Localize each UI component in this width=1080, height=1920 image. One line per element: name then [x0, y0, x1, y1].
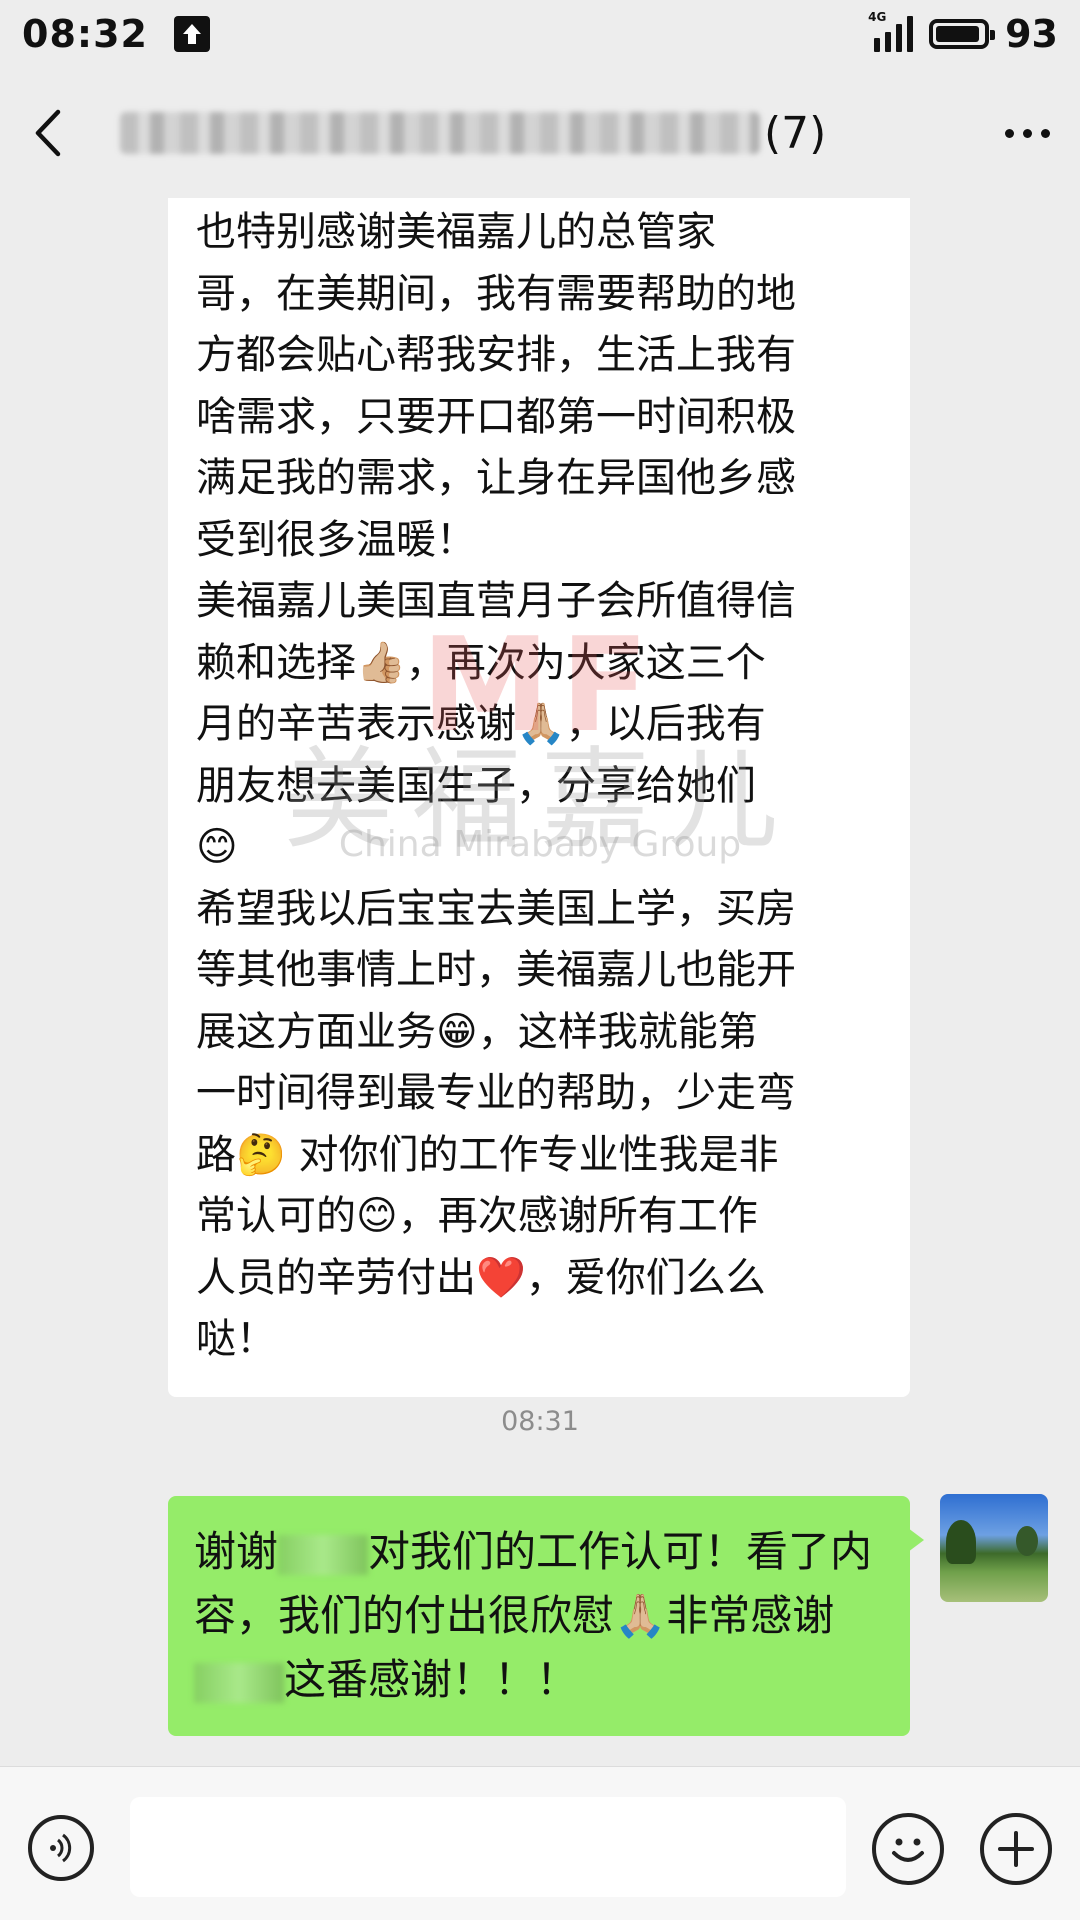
status-right: 4G 93 — [868, 10, 1058, 56]
blurred-name — [278, 1534, 369, 1575]
battery-fill — [936, 26, 979, 42]
incoming-message-text: 也特别感谢美福嘉儿的总管家 哥，在美期间，我有需要帮助的地 方都会贴心帮我安排，… — [196, 209, 796, 1362]
incoming-message-bubble[interactable]: 也特别感谢美福嘉儿的总管家 哥，在美期间，我有需要帮助的地 方都会贴心帮我安排，… — [168, 198, 910, 1397]
plus-icon[interactable] — [980, 1813, 1052, 1885]
chat-header: (7) — [0, 68, 1080, 198]
more-icon[interactable] — [1005, 128, 1050, 138]
upload-icon — [173, 16, 210, 52]
chat-area[interactable]: 也特别感谢美福嘉儿的总管家 哥，在美期间，我有需要帮助的地 方都会贴心帮我安排，… — [0, 198, 1080, 1766]
outgoing-message-text: 谢谢 对我们的工作认可！看了内容，我们的付出很欣慰🙏🏼非常感谢这番感谢！！！ — [194, 1520, 884, 1712]
avatar[interactable] — [940, 1494, 1048, 1602]
status-bar: 08:32 4G 93 — [0, 0, 1080, 68]
back-icon[interactable] — [30, 103, 70, 163]
emoji-icon[interactable] — [872, 1813, 944, 1885]
input-bar — [0, 1766, 1080, 1920]
signal-icon: 4G — [868, 10, 914, 52]
network-label: 4G — [868, 10, 887, 24]
message-input[interactable] — [130, 1797, 846, 1897]
status-left: 08:32 — [22, 12, 210, 56]
blurred-name — [194, 1662, 284, 1703]
blurred-group-name — [120, 112, 760, 154]
battery-icon — [929, 19, 996, 49]
message-timestamp: 08:31 — [501, 1406, 579, 1437]
member-count: (7) — [764, 107, 827, 159]
battery-percent: 93 — [1005, 12, 1058, 56]
voice-icon[interactable] — [28, 1815, 94, 1881]
chat-title: (7) — [120, 108, 826, 159]
status-time: 08:32 — [22, 12, 148, 56]
outgoing-text-part3: 这番感谢！！！ — [284, 1655, 579, 1704]
outgoing-text-part1: 谢谢 — [194, 1527, 279, 1576]
outgoing-message-bubble[interactable]: 谢谢 对我们的工作认可！看了内容，我们的付出很欣慰🙏🏼非常感谢这番感谢！！！ — [168, 1496, 924, 1736]
